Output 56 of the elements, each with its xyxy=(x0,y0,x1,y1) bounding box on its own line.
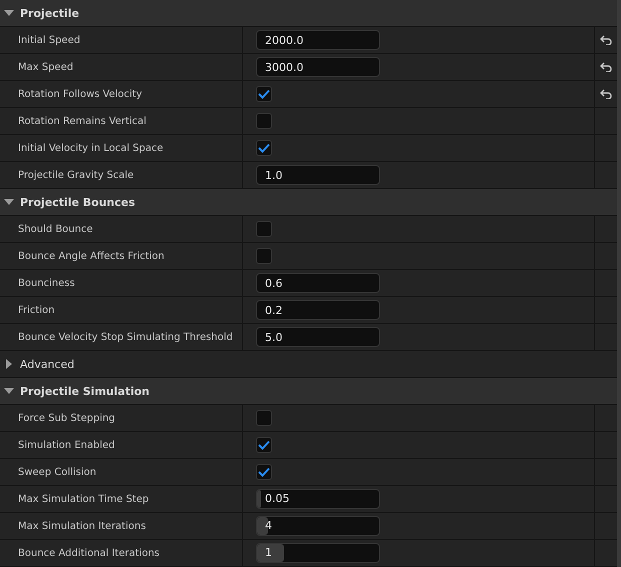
checkbox[interactable] xyxy=(256,140,272,156)
slider-value: 4 xyxy=(265,519,272,532)
category-header[interactable]: Advanced xyxy=(0,351,617,378)
property-label: Max Speed xyxy=(18,62,74,72)
category-title: Projectile Simulation xyxy=(20,384,150,398)
category-header[interactable]: Projectile Bounces xyxy=(0,189,617,216)
caret-down-icon xyxy=(4,386,14,396)
property-label: Bounce Additional Iterations xyxy=(18,548,160,558)
property-label: Bounciness xyxy=(18,278,75,288)
property-label: Simulation Enabled xyxy=(18,440,115,450)
checkmark-icon xyxy=(258,89,270,99)
slider-field[interactable]: 4 xyxy=(256,516,380,536)
caret-down-icon xyxy=(4,197,14,207)
caret-right-icon xyxy=(4,359,14,369)
category-header[interactable]: Projectile Simulation xyxy=(0,378,617,405)
checkbox[interactable] xyxy=(256,86,272,102)
checkmark-icon xyxy=(258,467,270,477)
property-label: Should Bounce xyxy=(18,224,93,234)
checkbox[interactable] xyxy=(256,410,272,426)
slider-field[interactable]: 1 xyxy=(256,543,380,563)
undo-arrow-icon[interactable] xyxy=(600,35,612,45)
property-label: Force Sub Stepping xyxy=(18,412,116,424)
checkmark-icon xyxy=(258,440,270,450)
property-label: Bounce Velocity Stop Simulating Threshold xyxy=(18,332,233,342)
number-field[interactable]: 3000.0 xyxy=(256,57,380,77)
slider-field[interactable]: 0.05 xyxy=(256,489,380,509)
category-title: Advanced xyxy=(20,358,74,370)
number-field[interactable]: 5.0 xyxy=(256,327,380,347)
category-title: Projectile Bounces xyxy=(20,196,136,208)
property-label: Rotation Follows Velocity xyxy=(18,88,142,100)
property-label: Initial Speed xyxy=(18,34,80,46)
category-header[interactable]: Projectile xyxy=(0,0,617,27)
checkbox[interactable] xyxy=(256,221,272,237)
checkbox[interactable] xyxy=(256,113,272,129)
property-label: Max Simulation Time Step xyxy=(18,494,149,504)
property-label: Sweep Collision xyxy=(18,466,96,478)
undo-arrow-icon[interactable] xyxy=(600,89,612,99)
property-label: Friction xyxy=(18,304,55,316)
caret-down-icon xyxy=(4,8,14,18)
category-title: Projectile xyxy=(20,6,80,20)
slider-value: 0.05 xyxy=(265,492,290,505)
number-field[interactable]: 2000.0 xyxy=(256,30,380,50)
checkbox[interactable] xyxy=(256,248,272,264)
checkbox[interactable] xyxy=(256,437,272,453)
property-label: Projectile Gravity Scale xyxy=(18,170,134,180)
checkbox[interactable] xyxy=(256,464,272,480)
slider-value: 1 xyxy=(265,546,272,559)
property-label: Max Simulation Iterations xyxy=(18,520,146,532)
undo-arrow-icon[interactable] xyxy=(600,62,612,72)
number-field[interactable]: 0.2 xyxy=(256,300,380,320)
number-field[interactable]: 0.6 xyxy=(256,273,380,293)
property-label: Rotation Remains Vertical xyxy=(18,116,146,126)
property-label: Initial Velocity in Local Space xyxy=(18,142,164,154)
number-field[interactable]: 1.0 xyxy=(256,165,380,185)
property-label: Bounce Angle Affects Friction xyxy=(18,250,164,262)
checkmark-icon xyxy=(258,143,270,153)
